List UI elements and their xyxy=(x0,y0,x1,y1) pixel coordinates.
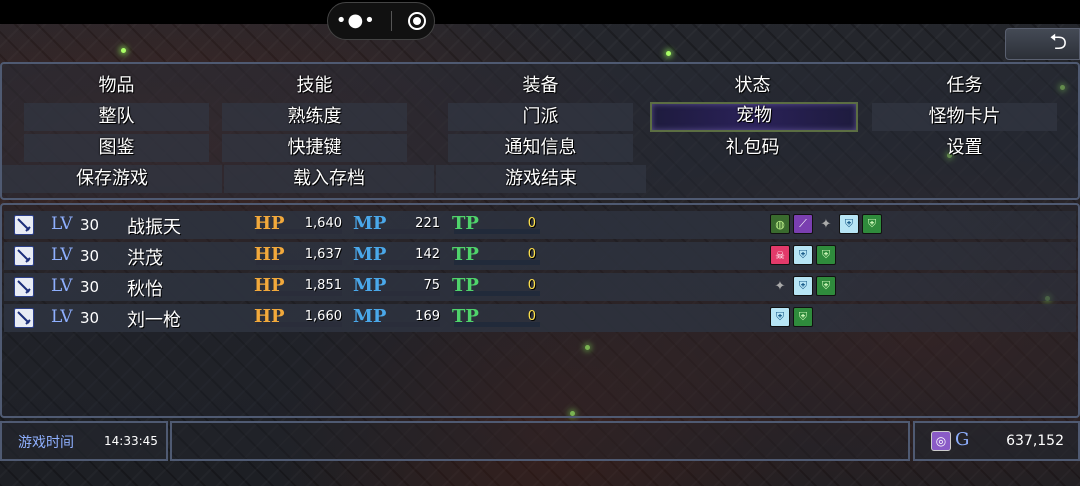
status-effects: ⛨ ⛨ xyxy=(770,307,813,327)
menu-item-load-game[interactable]: 载入存档 xyxy=(224,165,434,193)
mp-label: MP xyxy=(353,275,387,296)
menu-item-proficiency[interactable]: 熟练度 xyxy=(222,103,407,131)
tp-value: 0 xyxy=(527,216,536,231)
tp-value: 0 xyxy=(527,247,536,262)
mp-label: MP xyxy=(353,213,387,234)
circle-green-icon: ◍ xyxy=(770,214,790,234)
party-member-row[interactable]: LV 30 秋怡 HP MP TP 1,851 75 0 ✦ ⛨ ⛨ xyxy=(4,273,1076,301)
hp-label: HP xyxy=(254,244,285,265)
menu-item-formation[interactable]: 整队 xyxy=(24,103,209,131)
skull-icon: ☠ xyxy=(770,245,790,265)
more-dots-icon[interactable]: •●• xyxy=(336,12,376,30)
menu-item-status[interactable]: 状态 xyxy=(660,72,845,100)
shield-blue-icon: ⛨ xyxy=(770,307,790,327)
gold-panel: ◎ G 637,152 xyxy=(913,421,1080,461)
capsule-divider xyxy=(391,11,393,31)
play-time-panel: 游戏时间 14:33:45 xyxy=(0,421,168,461)
level-value: 30 xyxy=(80,278,100,296)
level-label: LV xyxy=(51,214,73,234)
shield-green-icon: ⛨ xyxy=(793,307,813,327)
tp-label: TP xyxy=(452,275,479,296)
menu-item-monster-cards[interactable]: 怪物卡片 xyxy=(872,103,1057,131)
back-button[interactable]: ⮌ xyxy=(1005,28,1080,60)
hp-value: 1,640 xyxy=(304,216,342,231)
system-status-bar xyxy=(0,0,1080,24)
sword-icon xyxy=(14,246,34,266)
spike-icon: ✦ xyxy=(820,216,832,232)
level-value: 30 xyxy=(80,216,100,234)
shield-green-icon: ⛨ xyxy=(816,245,836,265)
member-name: 洪茂 xyxy=(127,248,163,269)
member-name: 刘一枪 xyxy=(127,310,181,331)
menu-item-equipment[interactable]: 装备 xyxy=(448,72,633,100)
back-arrow-icon: ⮌ xyxy=(1049,30,1067,55)
main-menu-panel: 物品 技能 装备 状态 任务 整队 熟练度 门派 宠物 怪物卡片 图鉴 快捷键 … xyxy=(0,62,1080,200)
level-value: 30 xyxy=(80,309,100,327)
sword-icon xyxy=(14,277,34,297)
shield-blue-icon: ⛨ xyxy=(793,276,813,296)
mp-label: MP xyxy=(353,306,387,327)
gold-value: 637,152 xyxy=(1006,433,1064,449)
shield-blue-icon: ⛨ xyxy=(793,245,813,265)
hp-value: 1,851 xyxy=(304,278,342,293)
shield-green-icon: ⛨ xyxy=(862,214,882,234)
mp-value: 75 xyxy=(423,278,440,293)
hp-label: HP xyxy=(254,306,285,327)
mp-value: 221 xyxy=(415,216,440,231)
shield-green-icon: ⛨ xyxy=(816,276,836,296)
level-label: LV xyxy=(51,276,73,296)
target-circle-icon[interactable] xyxy=(408,12,427,30)
menu-item-notifications[interactable]: 通知信息 xyxy=(448,134,633,162)
menu-item-save-game[interactable]: 保存游戏 xyxy=(2,165,222,193)
level-label: LV xyxy=(51,307,73,327)
member-name: 秋怡 xyxy=(127,279,163,300)
menu-item-skills[interactable]: 技能 xyxy=(222,72,407,100)
gold-label: G xyxy=(955,429,970,450)
play-time-value: 14:33:45 xyxy=(104,434,158,448)
tp-label: TP xyxy=(452,306,479,327)
play-time-label: 游戏时间 xyxy=(18,435,74,451)
spike-icon: ✦ xyxy=(774,278,786,294)
menu-item-hotkeys[interactable]: 快捷键 xyxy=(222,134,407,162)
tp-label: TP xyxy=(452,213,479,234)
menu-item-quests[interactable]: 任务 xyxy=(872,72,1057,100)
menu-item-items[interactable]: 物品 xyxy=(24,72,209,100)
mp-value: 142 xyxy=(415,247,440,262)
hp-label: HP xyxy=(254,275,285,296)
party-member-row[interactable]: LV 30 刘一枪 HP MP TP 1,660 169 0 ⛨ ⛨ xyxy=(4,304,1076,332)
menu-item-gift-code[interactable]: 礼包码 xyxy=(660,134,845,162)
tp-label: TP xyxy=(452,244,479,265)
status-effects: ✦ ⛨ ⛨ xyxy=(770,276,836,296)
menu-item-codex[interactable]: 图鉴 xyxy=(24,134,209,162)
sword-icon xyxy=(14,308,34,328)
level-label: LV xyxy=(51,245,73,265)
menu-item-pets[interactable]: 宠物 xyxy=(650,102,858,132)
level-value: 30 xyxy=(80,247,100,265)
mp-value: 169 xyxy=(415,309,440,324)
gold-coin-icon: ◎ xyxy=(931,431,951,451)
message-panel xyxy=(170,421,910,461)
party-member-row[interactable]: LV 30 战振天 HP MP TP 1,640 221 0 ◍ ⟋ ✦ ⛨ ⛨ xyxy=(4,211,1076,239)
party-member-row[interactable]: LV 30 洪茂 HP MP TP 1,637 142 0 ☠ ⛨ ⛨ xyxy=(4,242,1076,270)
hp-label: HP xyxy=(254,213,285,234)
purple-slash-icon: ⟋ xyxy=(793,214,813,234)
firefly-particle xyxy=(121,48,126,53)
hp-value: 1,637 xyxy=(304,247,342,262)
mp-label: MP xyxy=(353,244,387,265)
menu-item-sect[interactable]: 门派 xyxy=(448,103,633,131)
shield-blue-icon: ⛨ xyxy=(839,214,859,234)
status-effects: ◍ ⟋ ✦ ⛨ ⛨ xyxy=(770,214,882,234)
sword-icon xyxy=(14,215,34,235)
tp-value: 0 xyxy=(527,309,536,324)
menu-item-end-game[interactable]: 游戏结束 xyxy=(436,165,646,193)
menu-item-settings[interactable]: 设置 xyxy=(872,134,1057,162)
member-name: 战振天 xyxy=(127,217,181,238)
firefly-particle xyxy=(666,51,671,56)
tp-value: 0 xyxy=(527,278,536,293)
hp-value: 1,660 xyxy=(304,309,342,324)
status-effects: ☠ ⛨ ⛨ xyxy=(770,245,836,265)
mini-program-capsule: •●• xyxy=(327,2,435,40)
